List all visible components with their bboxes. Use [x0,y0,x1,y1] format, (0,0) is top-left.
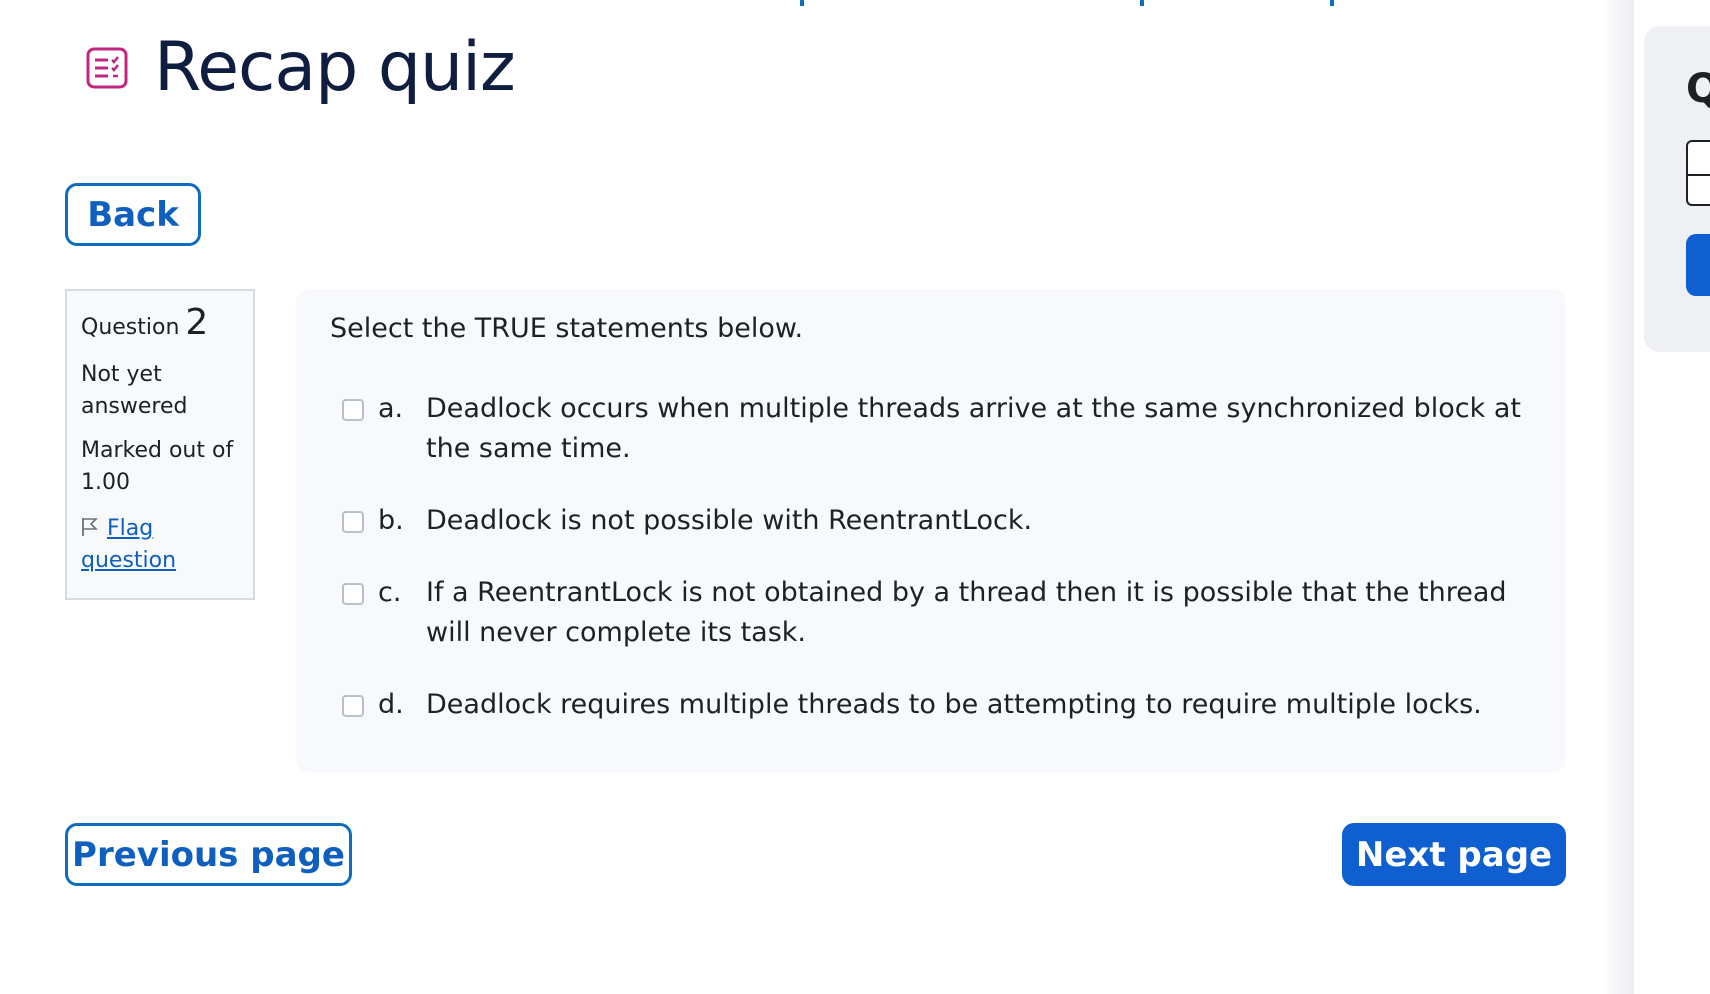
answer-text[interactable]: If a ReentrantLock is not obtained by a … [426,573,1532,653]
question-state: Not yet answered [81,362,188,419]
answer-text[interactable]: Deadlock occurs when multiple threads ar… [426,389,1532,469]
top-link-fragment [800,0,804,6]
answer-checkbox[interactable] [342,695,364,717]
divider [1688,174,1710,176]
question-text: Select the TRUE statements below. [330,313,804,344]
answer-letter: d. [378,689,404,720]
flag-icon[interactable] [81,517,99,537]
top-link-fragment [1330,0,1334,6]
answer-checkbox[interactable] [342,511,364,533]
question-label: Question [81,315,180,340]
answer-option-b[interactable]: b. Deadlock is not possible with Reentra… [330,501,1532,541]
question-info-panel: Question 2 Not yet answered Marked out o… [65,289,255,600]
answer-checkbox[interactable] [342,583,364,605]
quiz-icon [86,47,128,89]
page: Recap quiz Back Question 2 Not yet answe… [0,0,1710,994]
answer-option-d[interactable]: d. Deadlock requires multiple threads to… [330,685,1532,725]
answer-text[interactable]: Deadlock is not possible with ReentrantL… [426,501,1532,541]
flag-question-row: Flag question [81,513,239,577]
answer-checkbox[interactable] [342,399,364,421]
question-number: 2 [185,302,209,343]
question-nav-button[interactable]: 1 [1686,140,1710,206]
page-header: Recap quiz [86,28,516,108]
finish-attempt-button[interactable] [1686,234,1710,296]
answer-letter: b. [378,505,404,536]
answer-letter: a. [378,393,404,424]
top-link-fragment [1140,0,1144,6]
back-button[interactable]: Back [65,183,201,246]
quiz-navigation-title: Q [1686,66,1710,112]
question-grade: Marked out of 1.00 [81,438,234,495]
next-page-button[interactable]: Next page [1342,823,1566,886]
question-number-row: Question 2 [81,303,239,343]
page-title: Recap quiz [154,28,516,107]
answer-option-c[interactable]: c. If a ReentrantLock is not obtained by… [330,573,1532,653]
previous-page-button[interactable]: Previous page [65,823,352,886]
question-content: Select the TRUE statements below. a. Dea… [296,289,1566,773]
answer-option-a[interactable]: a. Deadlock occurs when multiple threads… [330,389,1532,469]
answer-text[interactable]: Deadlock requires multiple threads to be… [426,685,1532,725]
answer-letter: c. [378,577,402,608]
